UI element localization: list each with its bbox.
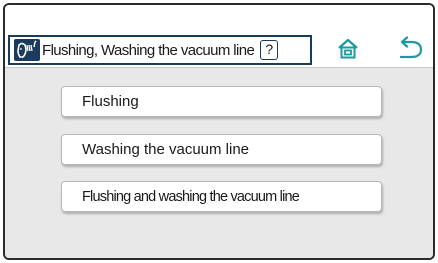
cow-milk-icon [14, 39, 40, 61]
flushing-button[interactable]: Flushing [61, 86, 382, 117]
page-title: Flushing, Washing the vacuum line [42, 41, 255, 59]
help-button[interactable]: ? [260, 40, 279, 60]
home-button[interactable] [337, 38, 359, 60]
header-bar: Flushing, Washing the vacuum line ? [5, 5, 433, 67]
washing-vacuum-line-button[interactable]: Washing the vacuum line [61, 134, 382, 165]
back-arrow-icon [397, 36, 425, 64]
page-title-box: Flushing, Washing the vacuum line ? [8, 35, 312, 65]
back-button[interactable] [397, 36, 425, 60]
menu-area: Flushing Washing the vacuum line Flushin… [5, 67, 433, 258]
home-icon [337, 38, 359, 64]
flushing-and-washing-button[interactable]: Flushing and washing the vacuum line [61, 181, 382, 212]
device-screen: Flushing, Washing the vacuum line ? Flus… [3, 3, 435, 260]
